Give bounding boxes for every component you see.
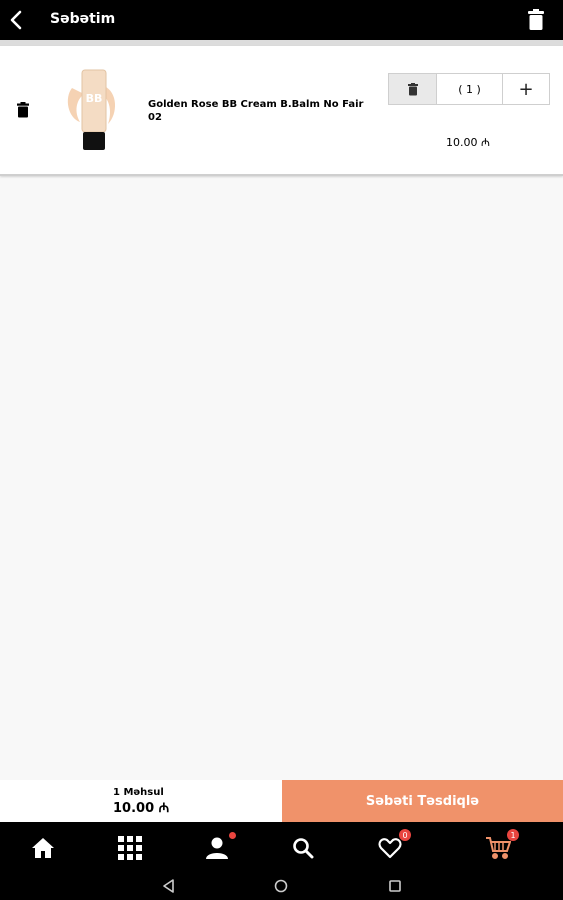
quantity-value: ( 1 ) (437, 74, 503, 104)
product-name[interactable]: Golden Rose BB Cream B.Balm No Fair 02 (148, 98, 373, 124)
quantity-stepper: ( 1 ) + (388, 73, 550, 105)
favorites-heart-icon[interactable]: 0 (377, 829, 411, 861)
search-icon[interactable] (290, 835, 316, 861)
cart-total: 10.00 ₼ (113, 800, 170, 816)
profile-notification-dot (229, 832, 236, 839)
system-navigation-bar (0, 872, 563, 900)
system-back-icon[interactable] (160, 877, 178, 895)
increase-quantity-button[interactable]: + (503, 74, 549, 104)
home-icon[interactable] (30, 835, 56, 861)
cart-footer: 1 Məhsul 10.00 ₼ Səbəti Təsdiqlə (0, 780, 563, 822)
categories-grid-icon[interactable] (117, 835, 143, 861)
clear-cart-trash-icon[interactable] (527, 9, 545, 31)
confirm-cart-button[interactable]: Səbəti Təsdiqlə (282, 780, 563, 822)
decrease-trash-button[interactable] (389, 74, 437, 104)
trash-icon (407, 82, 418, 95)
item-price: 10.00 ₼ (446, 136, 490, 149)
app-bar: Səbətim (0, 0, 563, 40)
system-recents-icon[interactable] (386, 877, 404, 895)
cart-summary: 1 Məhsul 10.00 ₼ (0, 780, 282, 822)
item-count: 1 Məhsul (113, 786, 164, 798)
profile-icon[interactable] (204, 832, 236, 861)
favorites-badge: 0 (399, 829, 411, 841)
product-image: BB (62, 66, 126, 152)
cart-badge: 1 (507, 829, 519, 841)
system-home-icon[interactable] (272, 877, 290, 895)
remove-item-trash-icon[interactable] (16, 102, 30, 118)
cart-item-card: BB Golden Rose BB Cream B.Balm No Fair 0… (0, 46, 563, 176)
svg-text:BB: BB (86, 92, 103, 105)
back-arrow-icon[interactable] (6, 8, 28, 32)
cart-icon[interactable]: 1 (485, 829, 519, 861)
bottom-nav: 0 1 (0, 822, 563, 872)
page-title: Səbətim (50, 11, 116, 27)
